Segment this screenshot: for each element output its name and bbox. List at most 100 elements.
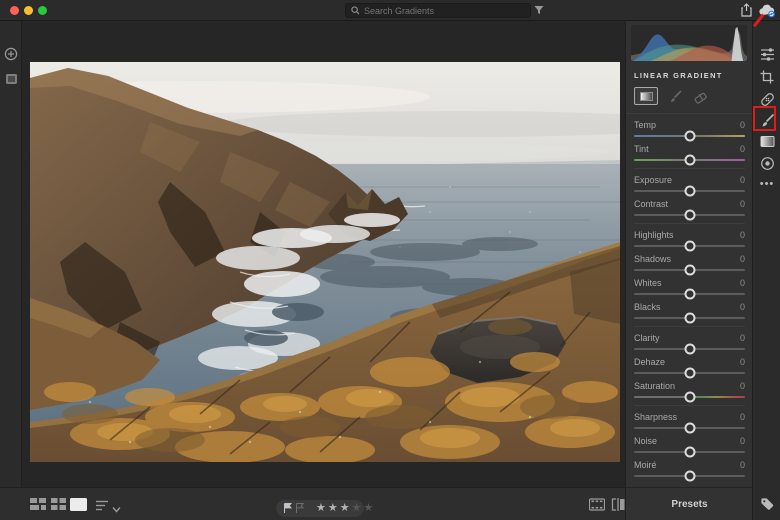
chevron-down-icon xyxy=(112,507,121,513)
slider-knob[interactable] xyxy=(684,154,695,166)
flag-reject-button[interactable] xyxy=(295,500,305,518)
slider-row-highlights: Highlights 0 xyxy=(634,230,745,252)
minimize-window-button[interactable] xyxy=(24,6,33,15)
linear-gradient-rail-button[interactable] xyxy=(759,133,775,149)
brush-icon xyxy=(762,113,774,126)
slider-knob[interactable] xyxy=(684,391,695,403)
flag-pick-button[interactable] xyxy=(283,500,293,518)
add-photos-button[interactable] xyxy=(3,46,19,62)
star-rating: ★ ★ ★ ★ ★ xyxy=(316,503,373,514)
slider-group: Sharpness 0 Noise 0 Moiré 0 xyxy=(634,405,745,482)
brush-tool-button[interactable] xyxy=(668,89,683,104)
slider-knob[interactable] xyxy=(684,422,695,434)
slider-knob[interactable] xyxy=(684,240,695,252)
slider-track[interactable] xyxy=(634,312,745,324)
share-icon[interactable] xyxy=(740,3,753,22)
slider-knob[interactable] xyxy=(684,367,695,379)
slider-track[interactable] xyxy=(634,470,745,482)
slider-track[interactable] xyxy=(634,185,745,197)
slider-value: 0 xyxy=(739,120,745,130)
eraser-tool-button[interactable] xyxy=(693,89,708,104)
edit-sliders-icon xyxy=(760,47,774,61)
square-grid-view-button[interactable] xyxy=(51,498,66,516)
slider-label: Blacks xyxy=(634,302,661,312)
brush-tool-rail-button[interactable] xyxy=(759,112,775,128)
slider-row-blacks: Blacks 0 xyxy=(634,302,745,324)
slider-track[interactable] xyxy=(634,209,745,221)
slider-track[interactable] xyxy=(634,154,745,166)
ellipsis-icon: ••• xyxy=(759,178,775,190)
presets-button[interactable]: Presets xyxy=(626,487,753,520)
slider-track[interactable] xyxy=(634,422,745,434)
slider-label: Whites xyxy=(634,278,662,288)
zoom-window-button[interactable] xyxy=(38,6,47,15)
slider-knob[interactable] xyxy=(684,343,695,355)
photo-canvas[interactable] xyxy=(0,62,700,464)
my-photos-button[interactable] xyxy=(3,71,19,87)
slider-group: Temp 0 Tint 0 xyxy=(634,120,745,166)
radial-gradient-rail-button[interactable] xyxy=(759,155,775,171)
slider-knob[interactable] xyxy=(684,209,695,221)
photo-grid-view-button[interactable] xyxy=(30,498,46,516)
slider-knob[interactable] xyxy=(684,288,695,300)
star-5[interactable]: ★ xyxy=(364,503,374,514)
slider-knob[interactable] xyxy=(684,185,695,197)
crop-tool-button[interactable] xyxy=(759,69,775,85)
slider-group: Clarity 0 Dehaze 0 Saturation 0 xyxy=(634,326,745,403)
search-input[interactable] xyxy=(364,5,525,16)
slider-value: 0 xyxy=(739,199,745,209)
before-after-button[interactable] xyxy=(611,498,626,516)
slider-track[interactable] xyxy=(634,391,745,403)
keywords-button[interactable] xyxy=(759,496,775,512)
search-box[interactable] xyxy=(345,3,531,18)
slider-track[interactable] xyxy=(634,343,745,355)
slider-knob[interactable] xyxy=(684,446,695,458)
slider-track[interactable] xyxy=(634,446,745,458)
panel-divider xyxy=(626,113,753,114)
slider-groups: Temp 0 Tint 0 Exposure 0 Contrast 0 Highlights 0 S… xyxy=(634,120,745,484)
healing-tool-button[interactable] xyxy=(759,91,775,107)
edit-panel-button[interactable] xyxy=(759,46,775,62)
sort-dropdown-button[interactable] xyxy=(112,500,121,518)
slider-track[interactable] xyxy=(634,288,745,300)
slider-row-dehaze: Dehaze 0 xyxy=(634,357,745,379)
histogram[interactable] xyxy=(631,25,747,61)
healing-bandaid-icon xyxy=(760,92,774,106)
filmstrip-icon xyxy=(588,498,606,511)
slider-track[interactable] xyxy=(634,240,745,252)
slider-row-tint: Tint 0 xyxy=(634,144,745,166)
slider-knob[interactable] xyxy=(684,312,695,324)
slider-track[interactable] xyxy=(634,367,745,379)
left-rail xyxy=(0,21,22,487)
titlebar xyxy=(0,0,780,21)
slider-label: Shadows xyxy=(634,254,672,264)
slider-knob[interactable] xyxy=(684,130,695,142)
more-tools-button[interactable]: ••• xyxy=(759,176,775,192)
slider-knob[interactable] xyxy=(684,470,695,482)
star-3[interactable]: ★ xyxy=(340,503,350,514)
close-window-button[interactable] xyxy=(10,6,19,15)
slider-row-moir: Moiré 0 xyxy=(634,460,745,482)
sort-button[interactable] xyxy=(96,498,109,516)
slider-value: 0 xyxy=(739,357,745,367)
slider-knob[interactable] xyxy=(684,264,695,276)
detail-view-button[interactable] xyxy=(70,498,87,516)
slider-track[interactable] xyxy=(634,130,745,142)
slider-label: Clarity xyxy=(634,333,660,343)
filter-funnel-icon[interactable] xyxy=(533,3,545,21)
star-1[interactable]: ★ xyxy=(316,503,326,514)
slider-row-temp: Temp 0 xyxy=(634,120,745,142)
slider-row-exposure: Exposure 0 xyxy=(634,175,745,197)
slider-label: Temp xyxy=(634,120,657,130)
linear-gradient-tool-button[interactable] xyxy=(634,87,658,105)
slider-value: 0 xyxy=(739,175,745,185)
gradient-swatch-icon xyxy=(639,91,653,101)
star-2[interactable]: ★ xyxy=(328,503,338,514)
square-grid-icon xyxy=(51,498,66,510)
slider-track[interactable] xyxy=(634,264,745,276)
star-4[interactable]: ★ xyxy=(352,503,362,514)
slider-group: Exposure 0 Contrast 0 xyxy=(634,168,745,221)
filmstrip-toggle-button[interactable] xyxy=(588,498,606,516)
presets-label: Presets xyxy=(671,498,708,510)
slider-value: 0 xyxy=(739,144,745,154)
